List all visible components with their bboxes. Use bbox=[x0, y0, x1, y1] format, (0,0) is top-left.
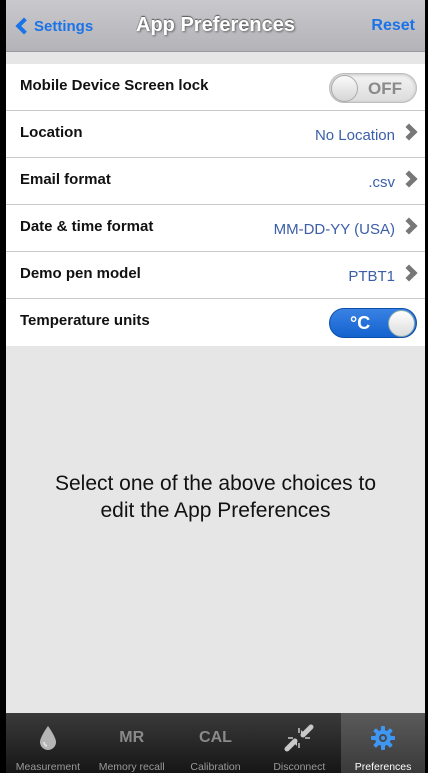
app-screen: Settings App Preferences Reset Mobile De… bbox=[6, 0, 425, 773]
page-title: App Preferences bbox=[136, 14, 295, 36]
setting-label: Mobile Device Screen lock bbox=[20, 77, 209, 94]
chevron-right-icon bbox=[400, 123, 418, 141]
setting-value: No Location bbox=[314, 127, 395, 144]
screen-lock-toggle[interactable]: OFF bbox=[329, 73, 417, 103]
tab-label: Disconnect bbox=[273, 761, 326, 773]
setting-value: PTBT1 bbox=[348, 268, 395, 285]
chevron-right-icon bbox=[400, 264, 418, 282]
toggle-text: OFF bbox=[368, 79, 402, 98]
toggle-knob bbox=[388, 310, 415, 337]
setting-label: Date & time format bbox=[20, 218, 154, 235]
tab-bar: Measurement MR Memory recall CAL Calibra… bbox=[6, 713, 425, 773]
tab-memory-recall[interactable]: MR Memory recall bbox=[90, 713, 174, 773]
gear-icon bbox=[341, 725, 425, 751]
tab-preferences[interactable]: Preferences bbox=[341, 713, 425, 773]
tab-calibration[interactable]: CAL Calibration bbox=[174, 713, 258, 773]
reset-button[interactable]: Reset bbox=[371, 17, 415, 35]
tab-label: Calibration bbox=[190, 761, 241, 773]
setting-row-temperature-units[interactable]: Temperature units °C bbox=[6, 299, 425, 346]
tab-disconnect[interactable]: Disconnect bbox=[257, 713, 341, 773]
disconnect-icon bbox=[257, 724, 341, 752]
setting-row-screen-lock[interactable]: Mobile Device Screen lock OFF bbox=[6, 64, 425, 111]
setting-label: Email format bbox=[20, 171, 111, 188]
setting-value: .csv bbox=[368, 174, 395, 191]
cal-icon: CAL bbox=[199, 729, 232, 746]
setting-label: Temperature units bbox=[20, 312, 150, 329]
setting-row-location[interactable]: Location No Location bbox=[6, 111, 425, 158]
settings-list: Mobile Device Screen lock OFF Location N… bbox=[6, 64, 425, 346]
helper-message: Select one of the above choices to edit … bbox=[54, 472, 377, 522]
setting-row-date-time-format[interactable]: Date & time format MM-DD-YY (USA) bbox=[6, 205, 425, 252]
chevron-right-icon bbox=[400, 170, 418, 188]
navigation-bar: Settings App Preferences Reset bbox=[6, 0, 425, 52]
setting-row-demo-pen-model[interactable]: Demo pen model PTBT1 bbox=[6, 252, 425, 299]
temperature-units-toggle[interactable]: °C bbox=[329, 308, 417, 338]
setting-value: MM-DD-YY (USA) bbox=[273, 221, 395, 238]
toggle-knob bbox=[331, 75, 358, 102]
tab-label: Memory recall bbox=[98, 761, 165, 773]
setting-label: Demo pen model bbox=[20, 265, 141, 282]
chevron-right-icon bbox=[400, 217, 418, 235]
mr-icon: MR bbox=[119, 729, 145, 746]
tab-label: Measurement bbox=[15, 761, 80, 773]
setting-label: Location bbox=[20, 124, 83, 141]
drop-icon bbox=[6, 725, 90, 751]
tab-label: Preferences bbox=[354, 761, 412, 773]
tab-measurement[interactable]: Measurement bbox=[6, 713, 90, 773]
toggle-text: °C bbox=[350, 313, 371, 333]
setting-row-email-format[interactable]: Email format .csv bbox=[6, 158, 425, 205]
